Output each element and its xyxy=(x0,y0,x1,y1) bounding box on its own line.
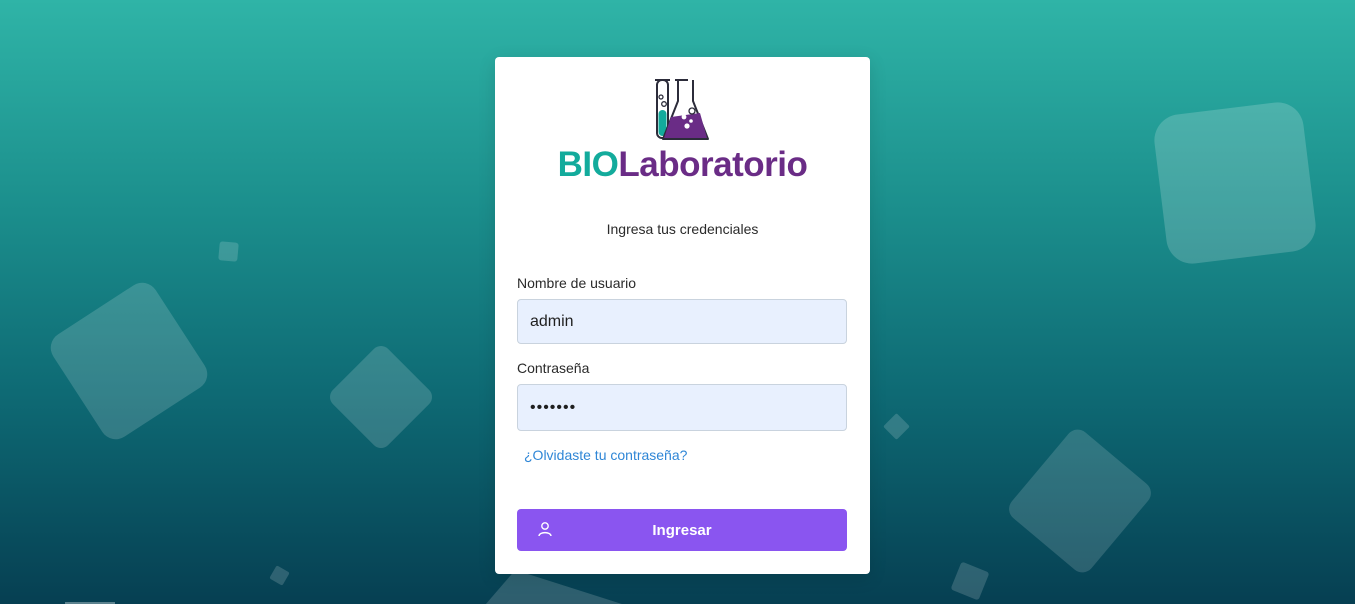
login-submit-label: Ingresar xyxy=(652,521,712,539)
decorative-shape xyxy=(218,241,239,262)
login-subtitle: Ingresa tus credenciales xyxy=(606,221,759,237)
login-card: BIOLaboratorio Ingresa tus credenciales … xyxy=(495,57,870,574)
decorative-shape xyxy=(269,565,290,586)
decorative-shape xyxy=(883,413,910,440)
forgot-password-link[interactable]: ¿Olvidaste tu contraseña? xyxy=(524,447,687,463)
username-label: Nombre de usuario xyxy=(517,275,637,291)
decorative-shape xyxy=(44,276,214,446)
brand-logo: BIOLaboratorio xyxy=(495,77,870,185)
password-label: Contraseña xyxy=(517,360,590,376)
brand-wordmark: BIOLaboratorio xyxy=(495,145,870,185)
decorative-shape xyxy=(325,341,437,453)
lab-flask-icon xyxy=(654,79,709,140)
decorative-shape xyxy=(1004,424,1156,578)
decorative-shape xyxy=(950,561,990,601)
password-masked-value: ••••••• xyxy=(530,398,577,416)
brand-name-laboratorio: Laboratorio xyxy=(618,145,808,184)
user-icon xyxy=(538,522,552,537)
decorative-shape xyxy=(1151,99,1319,267)
brand-name-bio: BIO xyxy=(557,145,619,184)
login-submit-button[interactable]: Ingresar xyxy=(517,509,847,551)
password-field[interactable]: ••••••• xyxy=(517,384,847,431)
decorative-triangle xyxy=(480,570,656,604)
username-field[interactable] xyxy=(517,299,847,344)
